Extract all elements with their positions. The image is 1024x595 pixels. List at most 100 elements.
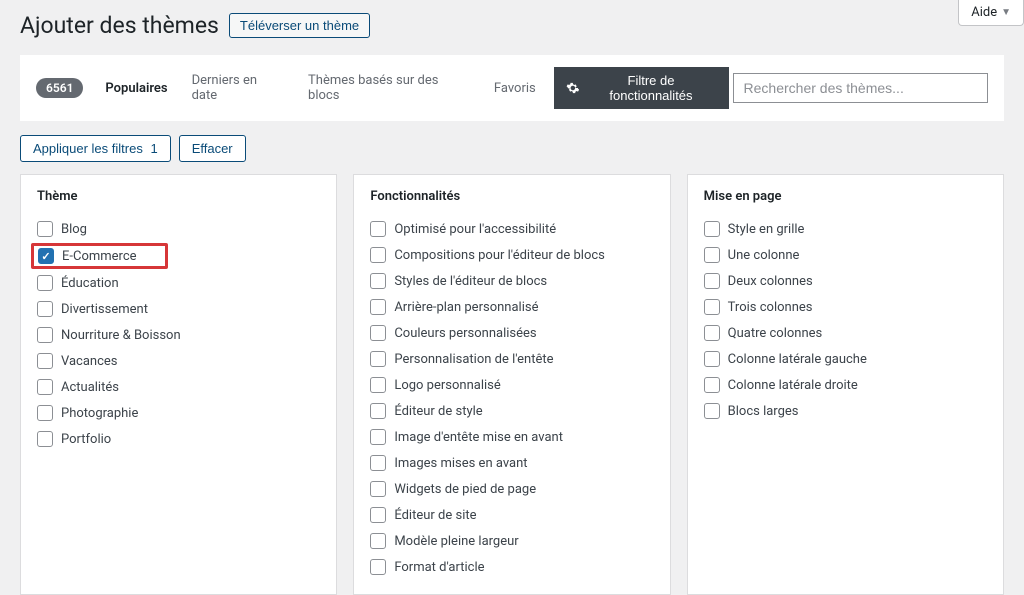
option-label: Portfolio bbox=[61, 432, 111, 447]
option-label: Personnalisation de l'entête bbox=[394, 352, 553, 367]
column-title: Thème bbox=[37, 189, 320, 204]
checkbox[interactable] bbox=[37, 353, 53, 369]
checkbox[interactable] bbox=[704, 325, 720, 341]
option-label: Trois colonnes bbox=[728, 300, 813, 315]
filter-option[interactable]: Optimisé pour l'accessibilité bbox=[370, 216, 653, 242]
option-label: Couleurs personnalisées bbox=[394, 326, 536, 341]
checkbox[interactable] bbox=[370, 247, 386, 263]
column-title: Fonctionnalités bbox=[370, 189, 653, 204]
filter-option[interactable]: Une colonne bbox=[704, 242, 987, 268]
checkbox[interactable] bbox=[370, 455, 386, 471]
filter-option[interactable]: Deux colonnes bbox=[704, 268, 987, 294]
option-label: Colonne latérale droite bbox=[728, 378, 858, 393]
chevron-down-icon: ▼ bbox=[1001, 7, 1011, 18]
option-label: Logo personnalisé bbox=[394, 378, 500, 393]
filter-column: Fonctionnalités Optimisé pour l'accessibi… bbox=[353, 174, 670, 595]
checkbox[interactable] bbox=[370, 351, 386, 367]
option-label: E-Commerce bbox=[62, 249, 137, 264]
checkbox[interactable] bbox=[370, 299, 386, 315]
checkbox[interactable] bbox=[37, 327, 53, 343]
filter-option[interactable]: Éditeur de site bbox=[370, 502, 653, 528]
filter-option[interactable]: Personnalisation de l'entête bbox=[370, 346, 653, 372]
checkbox[interactable] bbox=[370, 325, 386, 341]
filter-actions: Appliquer les filtres 1 Effacer bbox=[20, 135, 1004, 162]
filter-bar: 6561 Populaires Derniers en date Thèmes … bbox=[20, 55, 1004, 121]
checkbox[interactable] bbox=[704, 403, 720, 419]
filter-option[interactable]: Éditeur de style bbox=[370, 398, 653, 424]
option-label: Modèle pleine largeur bbox=[394, 534, 518, 549]
filter-option[interactable]: Style en grille bbox=[704, 216, 987, 242]
checkbox[interactable] bbox=[370, 533, 386, 549]
filter-option[interactable]: Images mises en avant bbox=[370, 450, 653, 476]
option-label: Format d'article bbox=[394, 560, 484, 575]
filter-tab-latest[interactable]: Derniers en date bbox=[182, 67, 294, 109]
page-title: Ajouter des thèmes bbox=[20, 12, 219, 39]
filter-option[interactable]: Photographie bbox=[37, 400, 320, 426]
help-tab[interactable]: Aide ▼ bbox=[958, 0, 1024, 26]
checkbox[interactable] bbox=[704, 273, 720, 289]
option-label: Image d'entête mise en avant bbox=[394, 430, 563, 445]
checkbox[interactable] bbox=[37, 221, 53, 237]
highlighted-option: E-Commerce bbox=[31, 243, 168, 269]
filter-option[interactable]: Nourriture & Boisson bbox=[37, 322, 320, 348]
filter-option[interactable]: Éducation bbox=[37, 270, 320, 296]
checkbox[interactable] bbox=[370, 403, 386, 419]
filter-option[interactable]: Vacances bbox=[37, 348, 320, 374]
option-label: Éducation bbox=[61, 276, 119, 291]
filter-option[interactable]: Colonne latérale droite bbox=[704, 372, 987, 398]
checkbox[interactable] bbox=[370, 559, 386, 575]
apply-filters-button[interactable]: Appliquer les filtres 1 bbox=[20, 135, 171, 162]
filter-option[interactable]: Portfolio bbox=[37, 426, 320, 452]
filter-option[interactable]: Blocs larges bbox=[704, 398, 987, 424]
filter-option[interactable]: Blog bbox=[37, 216, 320, 242]
checkbox[interactable] bbox=[37, 431, 53, 447]
filter-option[interactable]: Image d'entête mise en avant bbox=[370, 424, 653, 450]
checkbox[interactable] bbox=[704, 377, 720, 393]
filter-option[interactable]: Quatre colonnes bbox=[704, 320, 987, 346]
filter-tab-favorites[interactable]: Favoris bbox=[484, 75, 546, 102]
page-header: Ajouter des thèmes Téléverser un thème A… bbox=[0, 0, 1024, 47]
checkbox[interactable] bbox=[704, 221, 720, 237]
filter-tab-popular[interactable]: Populaires bbox=[95, 75, 177, 102]
checkbox[interactable] bbox=[370, 481, 386, 497]
checkbox[interactable] bbox=[704, 247, 720, 263]
checkbox[interactable] bbox=[38, 248, 54, 264]
filter-tab-block-themes[interactable]: Thèmes basés sur des blocs bbox=[298, 67, 480, 109]
filter-option[interactable]: Actualités bbox=[37, 374, 320, 400]
option-label: Photographie bbox=[61, 406, 138, 421]
checkbox[interactable] bbox=[37, 301, 53, 317]
option-label: Styles de l'éditeur de blocs bbox=[394, 274, 547, 289]
filter-option[interactable]: Modèle pleine largeur bbox=[370, 528, 653, 554]
upload-theme-button[interactable]: Téléverser un thème bbox=[229, 13, 370, 38]
checkbox[interactable] bbox=[37, 379, 53, 395]
filter-option[interactable]: Divertissement bbox=[37, 296, 320, 322]
apply-count: 1 bbox=[150, 141, 157, 156]
filter-option[interactable]: Colonne latérale gauche bbox=[704, 346, 987, 372]
filter-option[interactable]: Couleurs personnalisées bbox=[370, 320, 653, 346]
filter-option[interactable]: Logo personnalisé bbox=[370, 372, 653, 398]
checkbox[interactable] bbox=[370, 273, 386, 289]
checkbox[interactable] bbox=[37, 275, 53, 291]
filter-option[interactable]: E-Commerce bbox=[37, 242, 320, 270]
filter-column: Thème Blog E-Commerce Éducation Divertisseme… bbox=[20, 174, 337, 595]
checkbox[interactable] bbox=[704, 351, 720, 367]
filter-option[interactable]: Styles de l'éditeur de blocs bbox=[370, 268, 653, 294]
search-input[interactable] bbox=[733, 73, 988, 103]
option-label: Actualités bbox=[61, 380, 119, 395]
checkbox[interactable] bbox=[704, 299, 720, 315]
option-label: Style en grille bbox=[728, 222, 805, 237]
checkbox[interactable] bbox=[370, 377, 386, 393]
filter-option[interactable]: Trois colonnes bbox=[704, 294, 987, 320]
checkbox[interactable] bbox=[370, 221, 386, 237]
clear-filters-button[interactable]: Effacer bbox=[179, 135, 246, 162]
apply-label: Appliquer les filtres bbox=[33, 141, 143, 156]
feature-filter-button[interactable]: Filtre de fonctionnalités bbox=[554, 67, 729, 109]
filter-option[interactable]: Format d'article bbox=[370, 554, 653, 580]
option-label: Vacances bbox=[61, 354, 118, 369]
filter-option[interactable]: Compositions pour l'éditeur de blocs bbox=[370, 242, 653, 268]
checkbox[interactable] bbox=[37, 405, 53, 421]
checkbox[interactable] bbox=[370, 429, 386, 445]
filter-option[interactable]: Widgets de pied de page bbox=[370, 476, 653, 502]
checkbox[interactable] bbox=[370, 507, 386, 523]
filter-option[interactable]: Arrière-plan personnalisé bbox=[370, 294, 653, 320]
